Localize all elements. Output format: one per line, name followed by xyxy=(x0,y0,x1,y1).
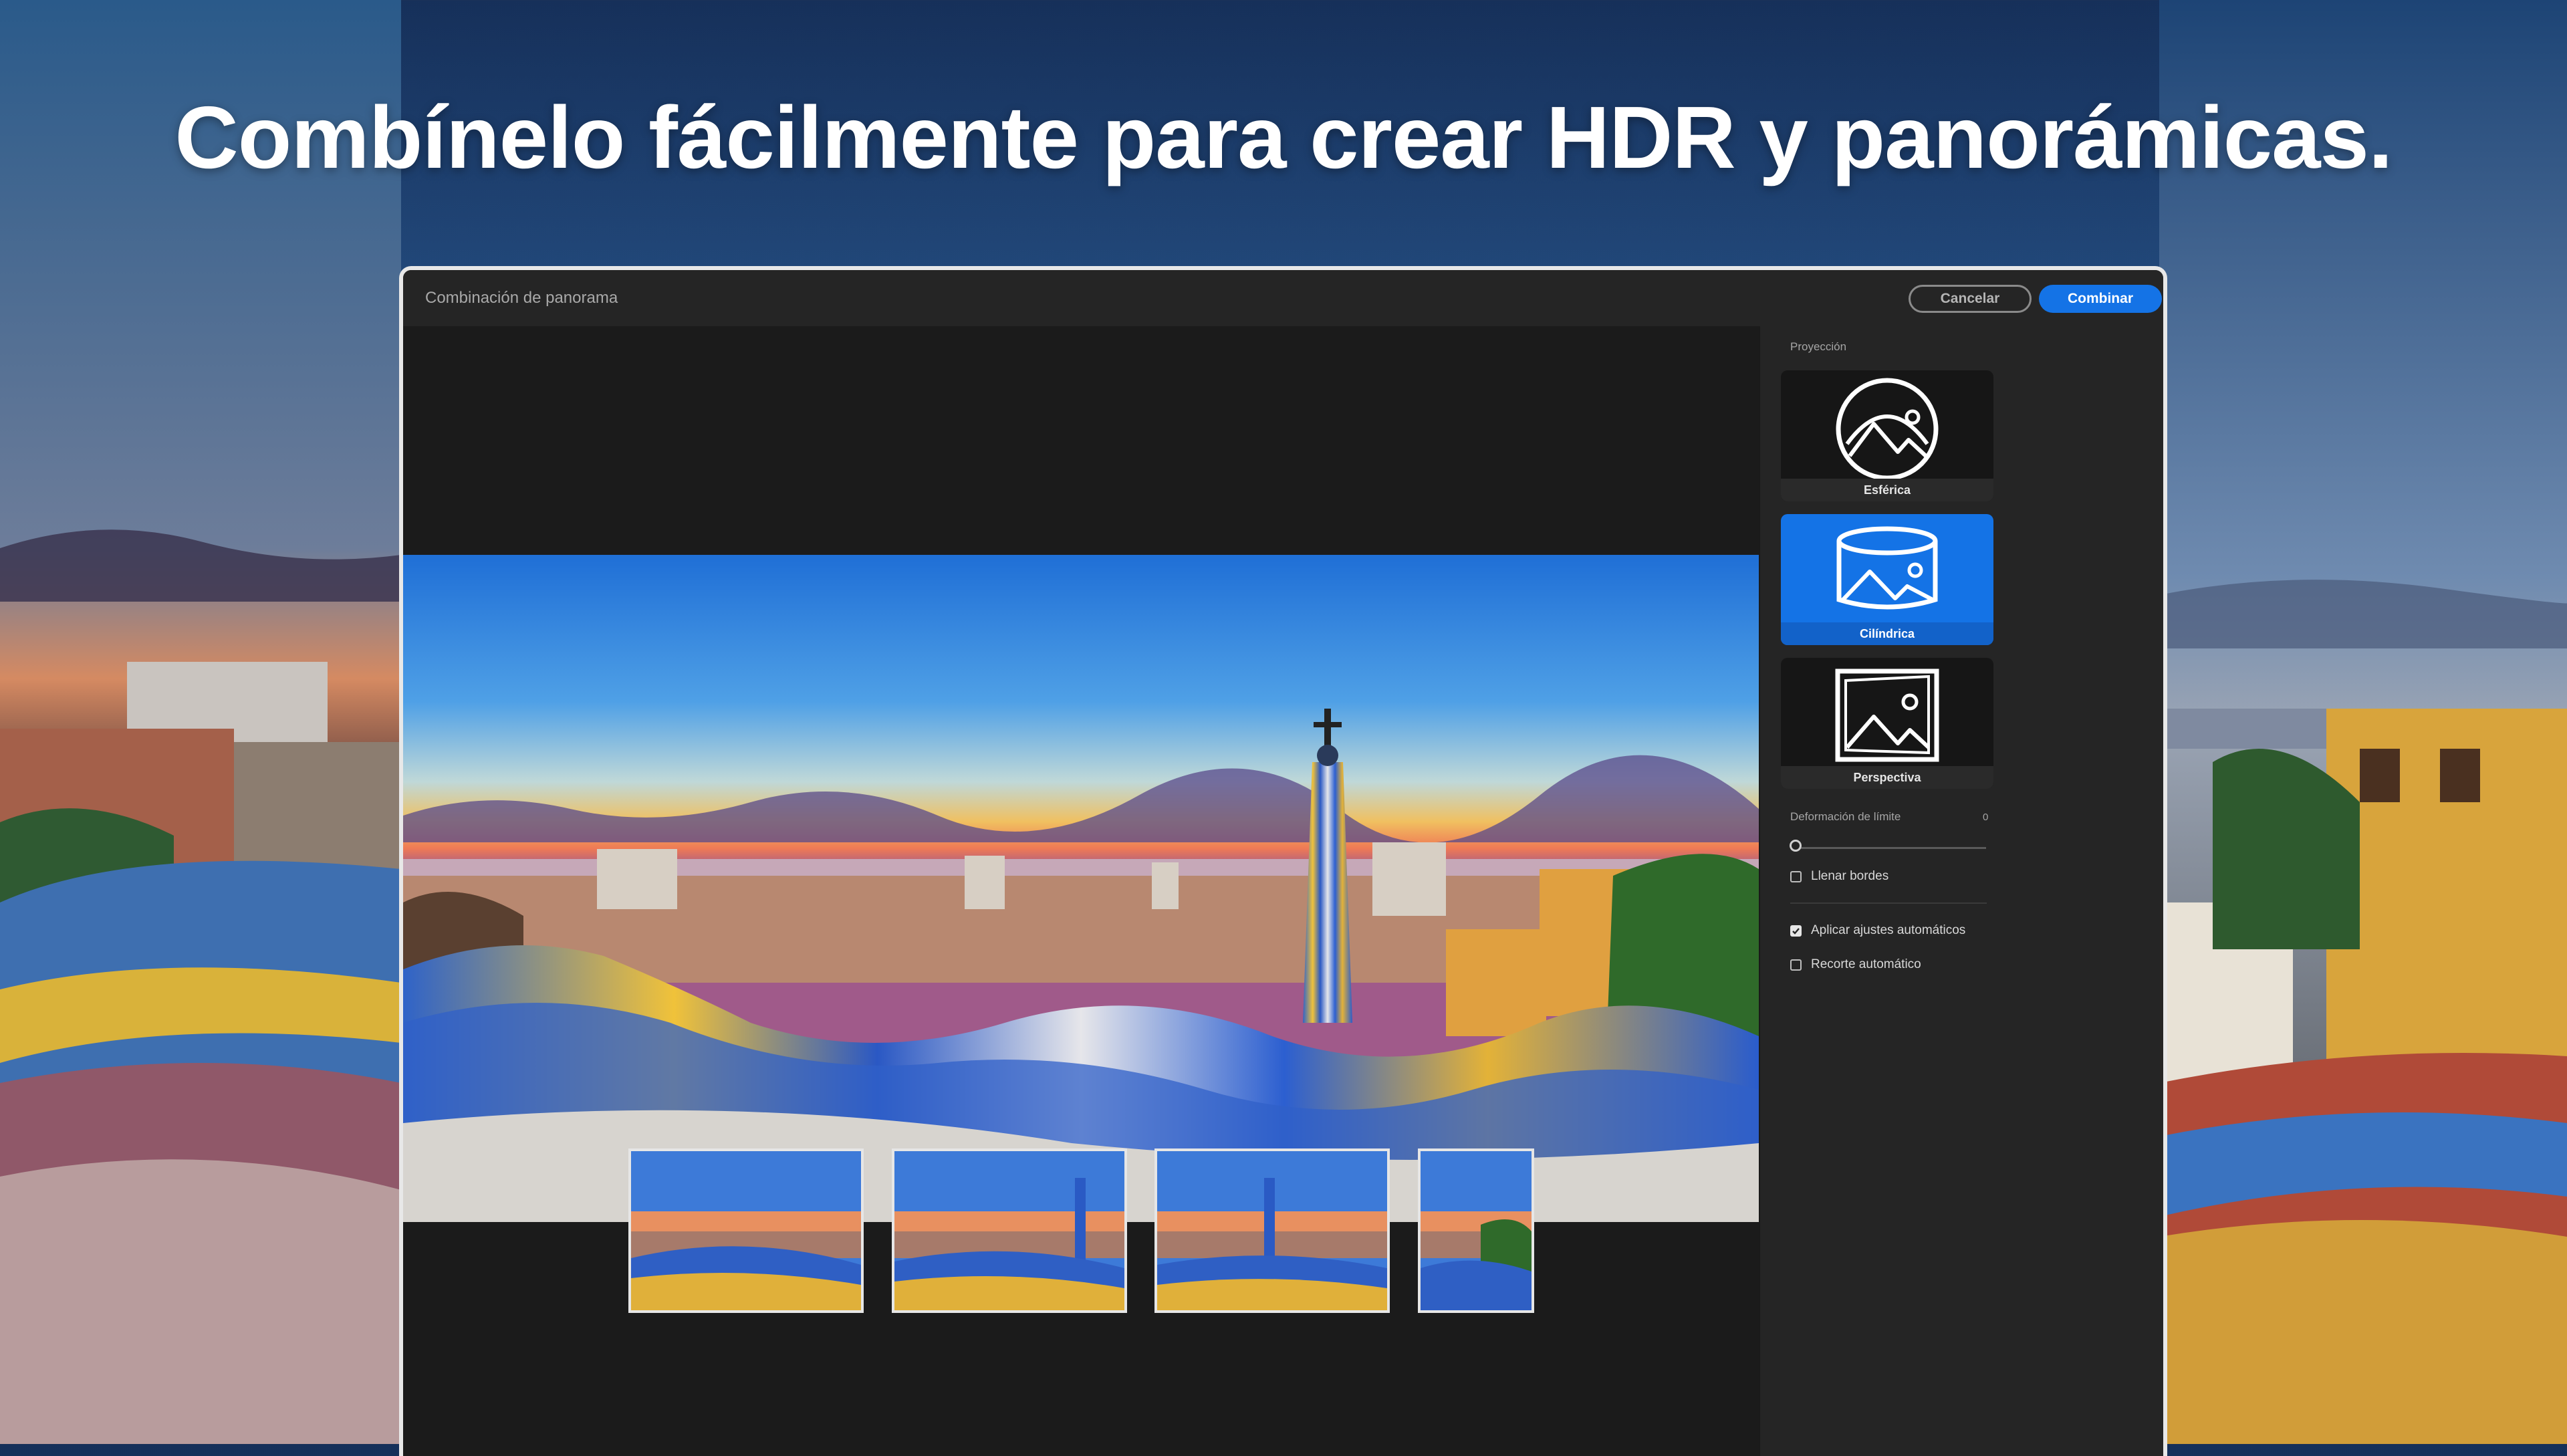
auto-crop-label: Recorte automático xyxy=(1811,957,1921,971)
preview-canvas xyxy=(403,326,1759,1456)
cancel-button[interactable]: Cancelar xyxy=(1909,285,2032,313)
cylinder-icon xyxy=(1836,526,1938,610)
boundary-warp-slider-handle[interactable] xyxy=(1790,840,1802,852)
boundary-warp-label: Deformación de límite xyxy=(1790,810,1901,823)
source-thumbnail[interactable] xyxy=(1418,1148,1534,1313)
panorama-merge-window: Combinación de panorama Cancelar Combina… xyxy=(399,266,2167,1456)
headline: Combínelo fácilmente para crear HDR y pa… xyxy=(174,88,2393,187)
panorama-preview-image xyxy=(403,555,1759,1222)
boundary-warp-track[interactable] xyxy=(1795,847,1986,849)
fill-edges-label: Llenar bordes xyxy=(1811,869,1889,883)
auto-settings-label: Aplicar ajustes automáticos xyxy=(1811,923,1966,937)
sphere-icon xyxy=(1836,378,1939,479)
source-thumbnails xyxy=(403,1148,1759,1316)
perspective-icon xyxy=(1835,669,1939,762)
options-panel: Proyección Esférica Cilíndrica Perspecti… xyxy=(1759,326,2163,1456)
auto-settings-checkbox[interactable] xyxy=(1790,925,1802,937)
background-right-scene xyxy=(2159,0,2567,1444)
projection-perspective-label: Perspectiva xyxy=(1781,766,1993,789)
auto-crop-checkbox-row[interactable]: Recorte automático xyxy=(1790,957,1921,972)
checkmark-icon xyxy=(1792,927,1800,935)
source-thumbnail[interactable] xyxy=(892,1148,1127,1313)
fill-edges-checkbox[interactable] xyxy=(1790,870,1802,882)
projection-perspective-option[interactable]: Perspectiva xyxy=(1781,658,1993,789)
auto-crop-checkbox[interactable] xyxy=(1790,959,1802,971)
combine-button[interactable]: Combinar xyxy=(2039,285,2162,313)
projection-spherical-label: Esférica xyxy=(1781,479,1993,501)
window-title: Combinación de panorama xyxy=(425,289,618,307)
projection-spherical-option[interactable]: Esférica xyxy=(1781,370,1993,501)
source-thumbnail[interactable] xyxy=(628,1148,864,1313)
projection-cylindrical-label: Cilíndrica xyxy=(1781,622,1993,645)
boundary-warp-value: 0 xyxy=(1983,812,1989,823)
source-thumbnail[interactable] xyxy=(1154,1148,1390,1313)
panel-divider xyxy=(1790,902,1987,904)
background-left-scene xyxy=(0,0,401,1444)
projection-section-label: Proyección xyxy=(1790,340,1847,353)
title-bar: Combinación de panorama Cancelar Combina… xyxy=(403,270,2163,326)
fill-edges-checkbox-row[interactable]: Llenar bordes xyxy=(1790,869,1888,884)
auto-settings-checkbox-row[interactable]: Aplicar ajustes automáticos xyxy=(1790,923,1965,938)
projection-cylindrical-option[interactable]: Cilíndrica xyxy=(1781,514,1993,645)
